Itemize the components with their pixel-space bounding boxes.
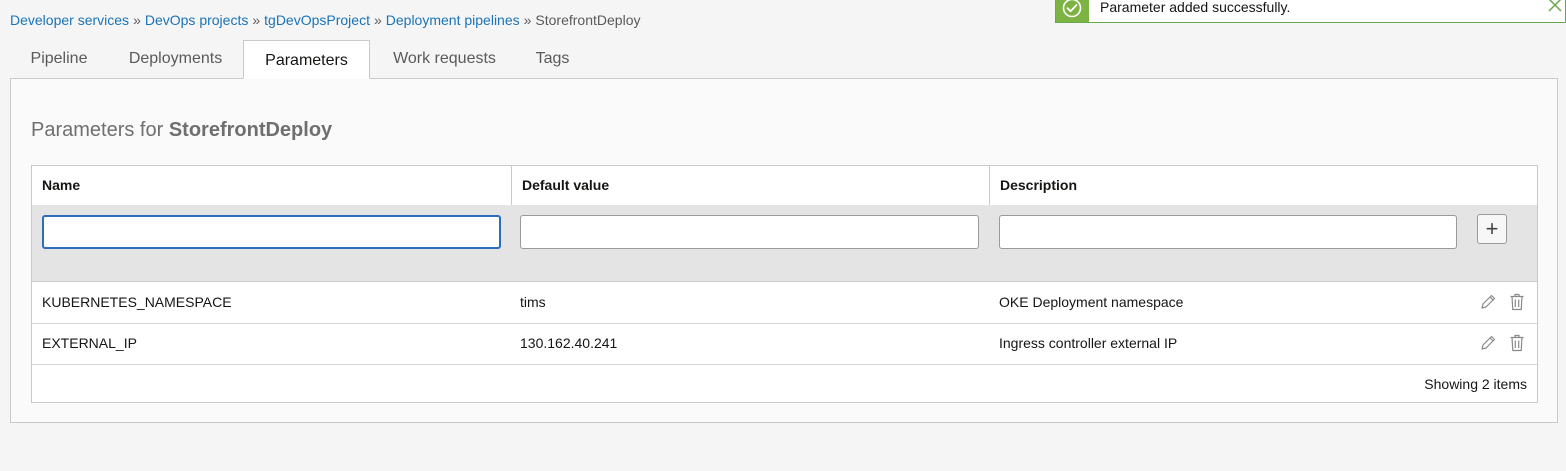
parameter-name: EXTERNAL_IP <box>42 335 137 351</box>
parameter-name-input[interactable] <box>42 215 501 249</box>
parameter-name: KUBERNETES_NAMESPACE <box>42 294 232 310</box>
toast-status-bar <box>1056 0 1089 22</box>
breadcrumb-separator: » <box>252 12 261 28</box>
edit-pencil-icon[interactable] <box>1479 293 1497 311</box>
tab-pipeline[interactable]: Pipeline <box>10 40 108 78</box>
breadcrumb-separator: » <box>133 12 141 28</box>
delete-trash-icon[interactable] <box>1508 293 1526 311</box>
parameters-table: Name Default value Description + KUBERNE… <box>31 165 1538 403</box>
parameter-value: 130.162.40.241 <box>520 335 618 351</box>
parameter-description-input[interactable] <box>999 215 1457 249</box>
breadcrumb-project[interactable]: tgDevOpsProject <box>264 12 370 28</box>
table-header: Name Default value Description <box>32 166 1537 206</box>
breadcrumb-separator: » <box>523 12 532 28</box>
add-parameter-button[interactable]: + <box>1477 214 1507 244</box>
breadcrumb-developer-services[interactable]: Developer services <box>10 12 129 28</box>
check-circle-icon <box>1062 0 1082 18</box>
column-header-name: Name <box>42 177 81 193</box>
breadcrumb: Developer services» DevOps projects» tgDev… <box>10 12 640 28</box>
tab-work-requests[interactable]: Work requests <box>370 40 519 78</box>
edit-pencil-icon[interactable] <box>1479 334 1497 352</box>
table-row: EXTERNAL_IP 130.162.40.241 Ingress contr… <box>32 323 1537 365</box>
parameter-value: tims <box>520 294 546 310</box>
parameter-description: Ingress controller external IP <box>999 335 1178 351</box>
tab-parameters[interactable]: Parameters <box>243 40 370 79</box>
column-header-default-value: Default value <box>511 166 989 205</box>
parameter-description: OKE Deployment namespace <box>999 294 1184 310</box>
page-title-prefix: Parameters for <box>31 119 164 141</box>
breadcrumb-separator: » <box>373 12 382 28</box>
add-parameter-row: + <box>32 205 1537 282</box>
table-row: KUBERNETES_NAMESPACE tims OKE Deployment… <box>32 282 1537 324</box>
tab-deployments[interactable]: Deployments <box>108 40 243 78</box>
page-title-name: StorefrontDeploy <box>168 119 333 141</box>
tab-tags[interactable]: Tags <box>519 40 586 78</box>
delete-trash-icon[interactable] <box>1508 334 1526 352</box>
success-toast: Parameter added successfully. <box>1055 0 1566 23</box>
breadcrumb-devops-projects[interactable]: DevOps projects <box>145 12 248 28</box>
breadcrumb-current: StorefrontDeploy <box>535 12 641 28</box>
close-icon[interactable] <box>1547 0 1563 13</box>
page-title: Parameters for StorefrontDeploy <box>31 119 332 142</box>
toast-message: Parameter added successfully. <box>1100 0 1291 15</box>
table-footer-count: Showing 2 items <box>1424 376 1527 392</box>
parameter-default-value-input[interactable] <box>520 215 979 249</box>
breadcrumb-deployment-pipelines[interactable]: Deployment pipelines <box>386 12 520 28</box>
column-header-description: Description <box>989 166 1537 205</box>
parameters-panel: Parameters for StorefrontDeploy Name Def… <box>10 78 1558 423</box>
